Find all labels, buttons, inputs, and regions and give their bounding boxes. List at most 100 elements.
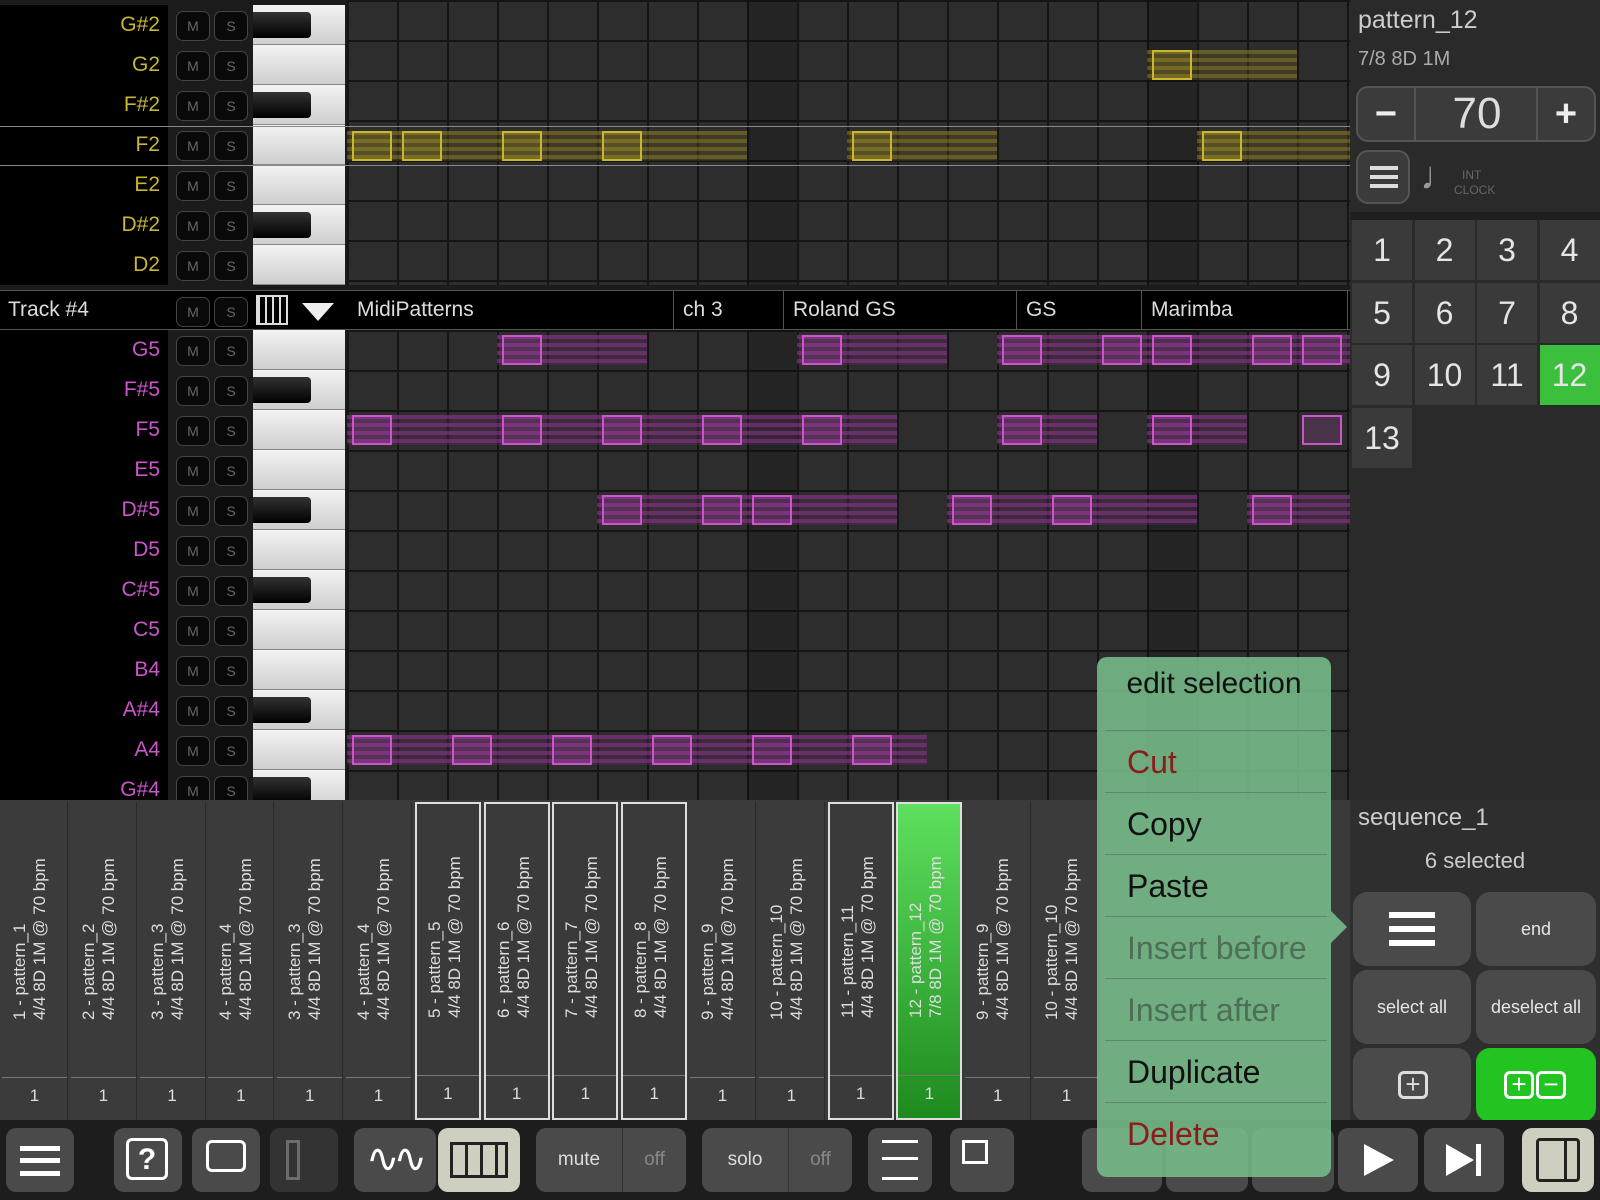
black-key[interactable] [253,497,311,523]
solo-button[interactable]: S [214,416,248,446]
note[interactable] [1252,335,1292,365]
track-solo-button[interactable]: S [214,297,248,327]
note[interactable] [752,735,792,765]
chevron-down-icon[interactable] [302,303,334,321]
sequence-pattern-slot[interactable]: 4 - pattern_4 4/4 8D 1M @ 70 bpm 1 [208,802,275,1120]
piano-key[interactable] [253,330,345,370]
mute-button[interactable]: M [176,496,210,526]
solo-button[interactable]: S [214,656,248,686]
help-button[interactable]: ? [114,1128,182,1192]
mute-button[interactable]: M [176,656,210,686]
gs-mode[interactable]: GS [1018,291,1142,329]
note[interactable] [352,415,392,445]
mute-button[interactable]: M [176,376,210,406]
sequence-menu-button[interactable] [1353,892,1471,966]
end-button[interactable]: end [1476,892,1596,966]
solo-button[interactable]: S [214,576,248,606]
piano-key[interactable] [253,530,345,570]
mute-button[interactable]: M [176,251,210,281]
note[interactable] [602,495,642,525]
delete-menu-item[interactable]: Delete [1105,1102,1327,1164]
black-key[interactable] [253,577,311,603]
mute-button[interactable]: M [176,11,210,41]
pattern-number-button[interactable]: 7 [1477,282,1537,343]
add-remove-toggle[interactable]: + − [1476,1048,1596,1122]
solo-button[interactable]: S [214,536,248,566]
resize-button[interactable] [950,1128,1014,1192]
sequence-pattern-slot[interactable]: 8 - pattern_8 4/4 8D 1M @ 70 bpm 1 [621,802,688,1120]
note[interactable] [602,415,642,445]
duplicate-menu-item[interactable]: Duplicate [1105,1040,1327,1102]
solo-toggle[interactable]: solo off [702,1128,852,1192]
pattern-number-button[interactable]: 13 [1352,407,1412,468]
piano-key[interactable] [253,650,345,690]
note[interactable] [802,415,842,445]
note[interactable] [1002,335,1042,365]
mute-button[interactable]: M [176,336,210,366]
note[interactable] [502,131,542,161]
solo-button[interactable]: S [214,91,248,121]
paste-menu-item[interactable]: Paste [1105,854,1327,916]
mute-button[interactable]: M [176,171,210,201]
note[interactable] [452,735,492,765]
note[interactable] [1102,335,1142,365]
piano-key[interactable] [253,610,345,650]
main-menu-button[interactable] [6,1128,74,1192]
note[interactable] [852,131,892,161]
panel-toggle-button[interactable] [1522,1128,1594,1192]
select-all-button[interactable]: select all [1353,970,1471,1044]
instrument-name[interactable]: Marimba [1143,291,1348,329]
cut-menu-item[interactable]: Cut [1105,730,1327,792]
sequence-pattern-slot[interactable]: 10 - pattern_10 4/4 8D 1M @ 70 bpm 1 [758,802,825,1120]
piano-keys-icon[interactable] [256,295,288,325]
solo-button[interactable]: S [214,496,248,526]
sequence-pattern-slot[interactable]: 6 - pattern_6 4/4 8D 1M @ 70 bpm 1 [483,802,550,1120]
mute-button[interactable]: M [176,696,210,726]
piano-key[interactable] [253,165,345,205]
waveform-button[interactable]: ∿∿ [354,1128,436,1192]
tempo-increase-button[interactable]: + [1536,88,1594,140]
play-button[interactable] [1338,1128,1418,1192]
note[interactable] [702,495,742,525]
piano-key[interactable] [253,125,345,165]
sequence-pattern-slot[interactable]: 9 - pattern_9 4/4 8D 1M @ 70 bpm 1 [965,802,1032,1120]
solo-button[interactable]: S [214,616,248,646]
piano-key[interactable] [253,245,345,285]
note[interactable] [1152,50,1192,80]
patterns-source[interactable]: MidiPatterns [349,291,674,329]
sequence-pattern-slot[interactable]: 7 - pattern_7 4/4 8D 1M @ 70 bpm 1 [552,802,619,1120]
solo-button[interactable]: S [214,131,248,161]
copy-menu-item[interactable]: Copy [1105,792,1327,854]
solo-button[interactable]: S [214,251,248,281]
note[interactable] [802,335,842,365]
note[interactable] [1202,131,1242,161]
black-key[interactable] [253,697,311,723]
pattern-menu-button[interactable] [1356,150,1410,204]
deselect-all-button[interactable]: deselect all [1476,970,1596,1044]
sequence-pattern-slot[interactable]: 3 - pattern_3 4/4 8D 1M @ 70 bpm 1 [139,802,206,1120]
mute-button[interactable]: M [176,736,210,766]
note[interactable] [352,131,392,161]
mute-button[interactable]: M [176,416,210,446]
comment-button[interactable] [192,1128,260,1192]
solo-button[interactable]: S [214,336,248,366]
mute-button[interactable]: M [176,576,210,606]
pattern-number-button[interactable]: 8 [1539,282,1600,343]
piano-key[interactable] [253,45,345,85]
note[interactable] [1252,495,1292,525]
sequence-pattern-slot[interactable]: 4 - pattern_4 4/4 8D 1M @ 70 bpm 1 [346,802,412,1120]
note[interactable] [1052,495,1092,525]
solo-button[interactable]: S [214,11,248,41]
note[interactable] [1302,415,1342,445]
sound-bank[interactable]: Roland GS [785,291,1017,329]
solo-button[interactable]: S [214,456,248,486]
note[interactable] [1002,415,1042,445]
sequence-pattern-slot[interactable]: 5 - pattern_5 4/4 8D 1M @ 70 bpm 1 [414,802,481,1120]
piano-key[interactable] [253,450,345,490]
note[interactable] [352,735,392,765]
black-key[interactable] [253,92,311,118]
piano-key[interactable] [253,730,345,770]
midi-channel[interactable]: ch 3 [675,291,784,329]
solo-button[interactable]: S [214,696,248,726]
mixer-button[interactable] [868,1128,932,1192]
